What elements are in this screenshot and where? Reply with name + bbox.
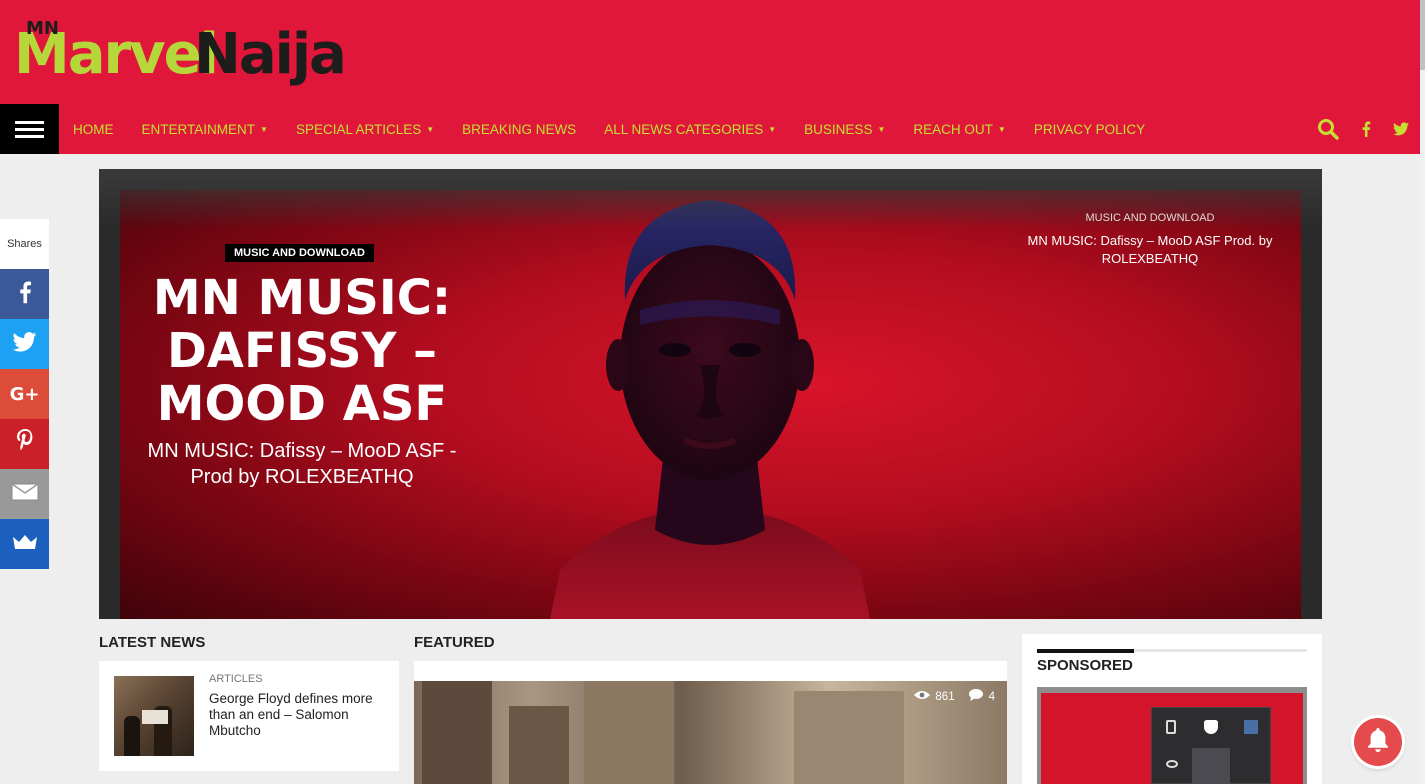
sponsored-image[interactable] — [1037, 687, 1307, 784]
chevron-down-icon: ▼ — [260, 124, 268, 134]
share-email-button[interactable] — [0, 469, 49, 519]
chevron-down-icon: ▼ — [877, 124, 886, 134]
chevron-down-icon: ▼ — [768, 124, 777, 134]
side-card-title: MN MUSIC: Dafissy – MooD ASF Prod. by RO… — [1027, 233, 1273, 266]
article-thumbnail — [114, 676, 194, 756]
google-plus-icon: G+ — [9, 383, 40, 405]
nav-item-reach-out[interactable]: REACH OUT ▼ — [913, 122, 1005, 137]
share-sumo-button[interactable] — [0, 519, 49, 569]
nav-item-privacy-policy[interactable]: PRIVACY POLICY — [1034, 122, 1145, 137]
eye-icon — [914, 690, 931, 703]
twitter-icon[interactable] — [1393, 122, 1409, 136]
featured-top-bar — [414, 661, 1007, 681]
shield-icon — [1204, 720, 1218, 734]
network-icon — [1244, 720, 1258, 734]
share-google-plus-button[interactable]: G+ — [0, 369, 49, 419]
search-icon[interactable] — [1317, 118, 1339, 140]
nav-item-entertainment[interactable]: ENTERTAINMENT ▼ — [142, 122, 268, 137]
share-facebook-button[interactable] — [0, 269, 49, 319]
comment-count: 4 — [988, 690, 995, 703]
nav-icons — [1295, 104, 1409, 154]
nav-item-all-news-categories[interactable]: ALL NEWS CATEGORIES ▼ — [604, 122, 776, 137]
chevron-down-icon: ▼ — [997, 124, 1006, 134]
featured-image[interactable]: 861 4 — [414, 681, 1007, 784]
cloud-icon — [1166, 760, 1178, 768]
featured-heading: FEATURED — [414, 634, 495, 651]
nav-item-breaking-news[interactable]: BREAKING NEWS — [462, 122, 576, 137]
twitter-icon — [12, 331, 37, 357]
email-icon — [11, 482, 39, 506]
share-twitter-button[interactable] — [0, 319, 49, 369]
nav-item-business[interactable]: BUSINESS ▼ — [804, 122, 885, 137]
side-card-category: MUSIC AND DOWNLOAD — [1085, 212, 1215, 224]
notification-bell-button[interactable] — [1354, 718, 1402, 766]
hero-title[interactable]: MN MUSIC: DAFISSY – MOOD ASF — [122, 272, 482, 431]
logo-word-naija: Naija — [194, 22, 347, 87]
divider-accent — [1037, 649, 1134, 653]
facebook-icon — [18, 280, 32, 309]
logo-mn: MN — [26, 18, 59, 39]
chevron-down-icon: ▼ — [426, 124, 435, 134]
nav-item-special-articles[interactable]: SPECIAL ARTICLES ▼ — [296, 122, 434, 137]
shares-label: Shares — [0, 219, 49, 269]
nav-menu: HOME ENTERTAINMENT ▼ SPECIAL ARTICLES ▼ BR… — [73, 104, 1173, 154]
site-header: Marvel Naija MN HOME ENTERTAINMENT ▼ SPEC… — [0, 0, 1425, 154]
sponsored-widget: SPONSORED — [1022, 634, 1322, 784]
facebook-icon[interactable] — [1361, 121, 1371, 137]
share-bar: Shares G+ — [0, 219, 49, 569]
crown-icon — [12, 534, 38, 555]
hamburger-icon[interactable] — [0, 104, 59, 154]
hero-subtitle: MN MUSIC: Dafissy – MooD ASF -Prod by RO… — [147, 440, 457, 488]
hero-category-badge[interactable]: MUSIC AND DOWNLOAD — [225, 244, 374, 262]
bell-icon — [1367, 727, 1389, 757]
artist-photo — [550, 200, 870, 619]
hero-side-card[interactable]: MUSIC AND DOWNLOAD MN MUSIC: Dafissy – M… — [1020, 212, 1280, 268]
main-nav: HOME ENTERTAINMENT ▼ SPECIAL ARTICLES ▼ BR… — [0, 104, 1425, 154]
comment-icon — [968, 689, 983, 704]
feather-icon — [1192, 748, 1230, 784]
sponsored-heading: SPONSORED — [1037, 657, 1133, 674]
view-count: 861 — [935, 690, 955, 703]
scrollbar-thumb[interactable] — [1420, 0, 1425, 70]
usb-icon — [1166, 720, 1176, 734]
site-logo[interactable]: Marvel Naija MN — [12, 14, 347, 87]
nav-item-home[interactable]: HOME — [73, 122, 114, 137]
pinterest-icon — [16, 428, 34, 460]
share-pinterest-button[interactable] — [0, 419, 49, 469]
article-category[interactable]: ARTICLES — [209, 673, 263, 685]
article-title[interactable]: George Floyd defines more than an end – … — [209, 691, 389, 739]
featured-stats: 861 4 — [914, 689, 995, 704]
system-tray-popup — [1151, 707, 1271, 784]
page-scrollbar[interactable] — [1420, 0, 1425, 784]
latest-news-heading: LATEST NEWS — [99, 634, 206, 651]
